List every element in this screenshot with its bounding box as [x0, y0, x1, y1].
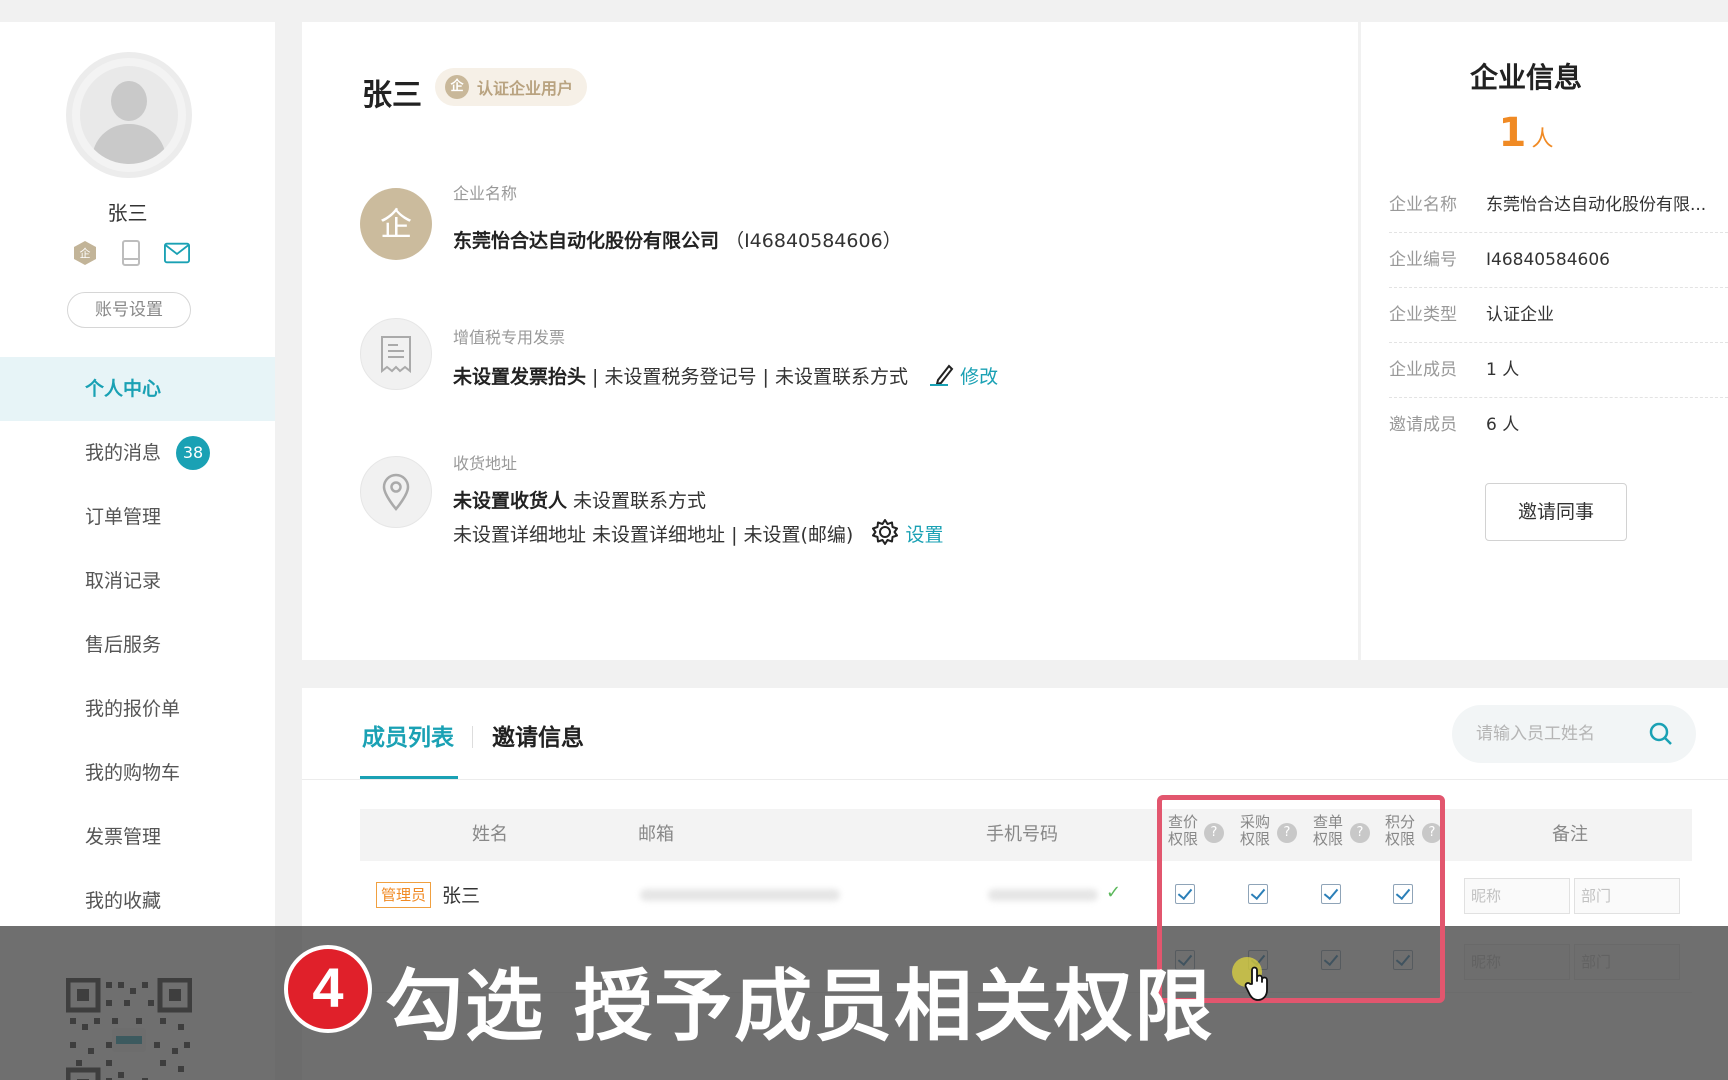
- search-input[interactable]: [1476, 705, 1646, 763]
- sidebar-item-after-sales[interactable]: 售后服务: [0, 613, 275, 677]
- tab-divider: [472, 726, 473, 748]
- enterprise-row-members: 企业成员 1 人: [1389, 343, 1728, 398]
- address-label: 收货地址: [453, 454, 518, 473]
- sidebar-nav: 个人中心 我的消息 38 订单管理 取消记录 售后服务 我的报价单 我的购物车 发…: [0, 357, 275, 933]
- setup-address-link[interactable]: 设置: [871, 519, 943, 546]
- certified-icon: 企: [445, 75, 469, 99]
- tabs-divider-line: [302, 779, 1728, 780]
- sidebar-item-messages[interactable]: 我的消息 38: [0, 421, 275, 485]
- company-name-value: 东莞怡合达自动化股份有限公司 （I46840584606）: [453, 230, 902, 252]
- step-number-badge: 4: [284, 945, 372, 1033]
- sidebar-item-orders[interactable]: 订单管理: [0, 485, 275, 549]
- enterprise-row-id: 企业编号 I46840584606: [1389, 233, 1728, 288]
- col-phone: 手机号码: [986, 824, 1058, 845]
- enterprise-row-type: 企业类型 认证企业: [1389, 288, 1728, 343]
- enterprise-member-count: 1 人: [1498, 110, 1554, 156]
- enterprise-icon[interactable]: 企: [72, 240, 98, 266]
- invite-colleague-button[interactable]: 邀请同事: [1485, 483, 1627, 541]
- sidebar-item-personal-center[interactable]: 个人中心: [0, 357, 275, 421]
- enterprise-row-invited: 邀请成员 6 人: [1389, 415, 1520, 435]
- tab-member-list[interactable]: 成员列表: [362, 718, 454, 752]
- company-icon: 企: [360, 188, 432, 260]
- enterprise-row-name: 企业名称 东莞怡合达自动化股份有限...: [1389, 178, 1728, 233]
- phone-icon[interactable]: [118, 240, 144, 266]
- phone-verified-check: ✓: [1106, 882, 1122, 903]
- table-row: 管理员 张三 ✓: [360, 861, 1692, 927]
- member-name: 张三: [442, 885, 481, 907]
- messages-count-badge: 38: [176, 436, 210, 470]
- svg-text:企: 企: [80, 246, 91, 260]
- table-header: 姓名 邮箱 手机号码 查价权限 ? 采购权限 ? 查单权限 ? 积分权限 ? 备…: [360, 809, 1692, 861]
- company-label: 企业名称: [453, 184, 518, 203]
- address-receiver-value: 未设置收货人 未设置联系方式: [453, 490, 707, 512]
- enterprise-title: 企业信息: [1469, 61, 1582, 94]
- email-icon[interactable]: [164, 240, 190, 266]
- page-title: 张三: [362, 78, 422, 113]
- sidebar-username: 张三: [107, 201, 148, 225]
- pencil-icon: [930, 364, 954, 386]
- col-email: 邮箱: [638, 824, 674, 845]
- certified-badge: 企 认证企业用户: [435, 68, 588, 106]
- enterprise-panel: 企业信息 1 人 企业名称 东莞怡合达自动化股份有限... 企业编号 I468405…: [1361, 22, 1728, 660]
- sidebar-item-cart[interactable]: 我的购物车: [0, 741, 275, 805]
- verification-icons: 企: [72, 240, 190, 266]
- department-input[interactable]: [1574, 878, 1680, 914]
- sidebar-item-quotes[interactable]: 我的报价单: [0, 677, 275, 741]
- invoice-value: 未设置发票抬头 | 未设置税务登记号 | 未设置联系方式 修改: [453, 362, 998, 389]
- account-settings-button[interactable]: 账号设置: [67, 292, 191, 328]
- col-remark: 备注: [1552, 824, 1588, 845]
- profile-panel: 张三 企 认证企业用户 企 企业名称 东莞怡合达自动化股份有限公司 （I4684…: [302, 22, 1358, 660]
- invoice-label: 增值税专用发票: [453, 328, 566, 347]
- tutorial-caption: 勾选 授予成员相关权限: [385, 962, 1215, 1052]
- employee-search: [1452, 705, 1696, 763]
- col-name: 姓名: [472, 824, 508, 845]
- tab-invite-info[interactable]: 邀请信息: [492, 718, 584, 752]
- gear-icon: [872, 519, 899, 545]
- nickname-input[interactable]: [1464, 878, 1570, 914]
- location-pin-icon: [360, 456, 432, 528]
- email-blurred: [640, 889, 840, 901]
- sidebar-item-invoices[interactable]: 发票管理: [0, 805, 275, 869]
- sidebar-item-cancellations[interactable]: 取消记录: [0, 549, 275, 613]
- address-detail-value: 未设置详细地址 未设置详细地址 | 未设置(邮编) 设置: [453, 518, 943, 547]
- sidebar-item-favorites[interactable]: 我的收藏: [0, 869, 275, 933]
- invoice-icon: [360, 318, 432, 390]
- edit-invoice-link[interactable]: 修改: [928, 364, 998, 388]
- sidebar: 张三 企 账号设置 个人中心 我的消息 38 订单管理 取消记录 售后服务 我的报…: [0, 22, 275, 1080]
- search-icon[interactable]: [1648, 721, 1674, 747]
- admin-role-tag: 管理员: [376, 882, 432, 908]
- phone-blurred: [988, 889, 1098, 901]
- avatar[interactable]: [66, 52, 192, 178]
- hand-cursor-icon: [1244, 966, 1268, 1001]
